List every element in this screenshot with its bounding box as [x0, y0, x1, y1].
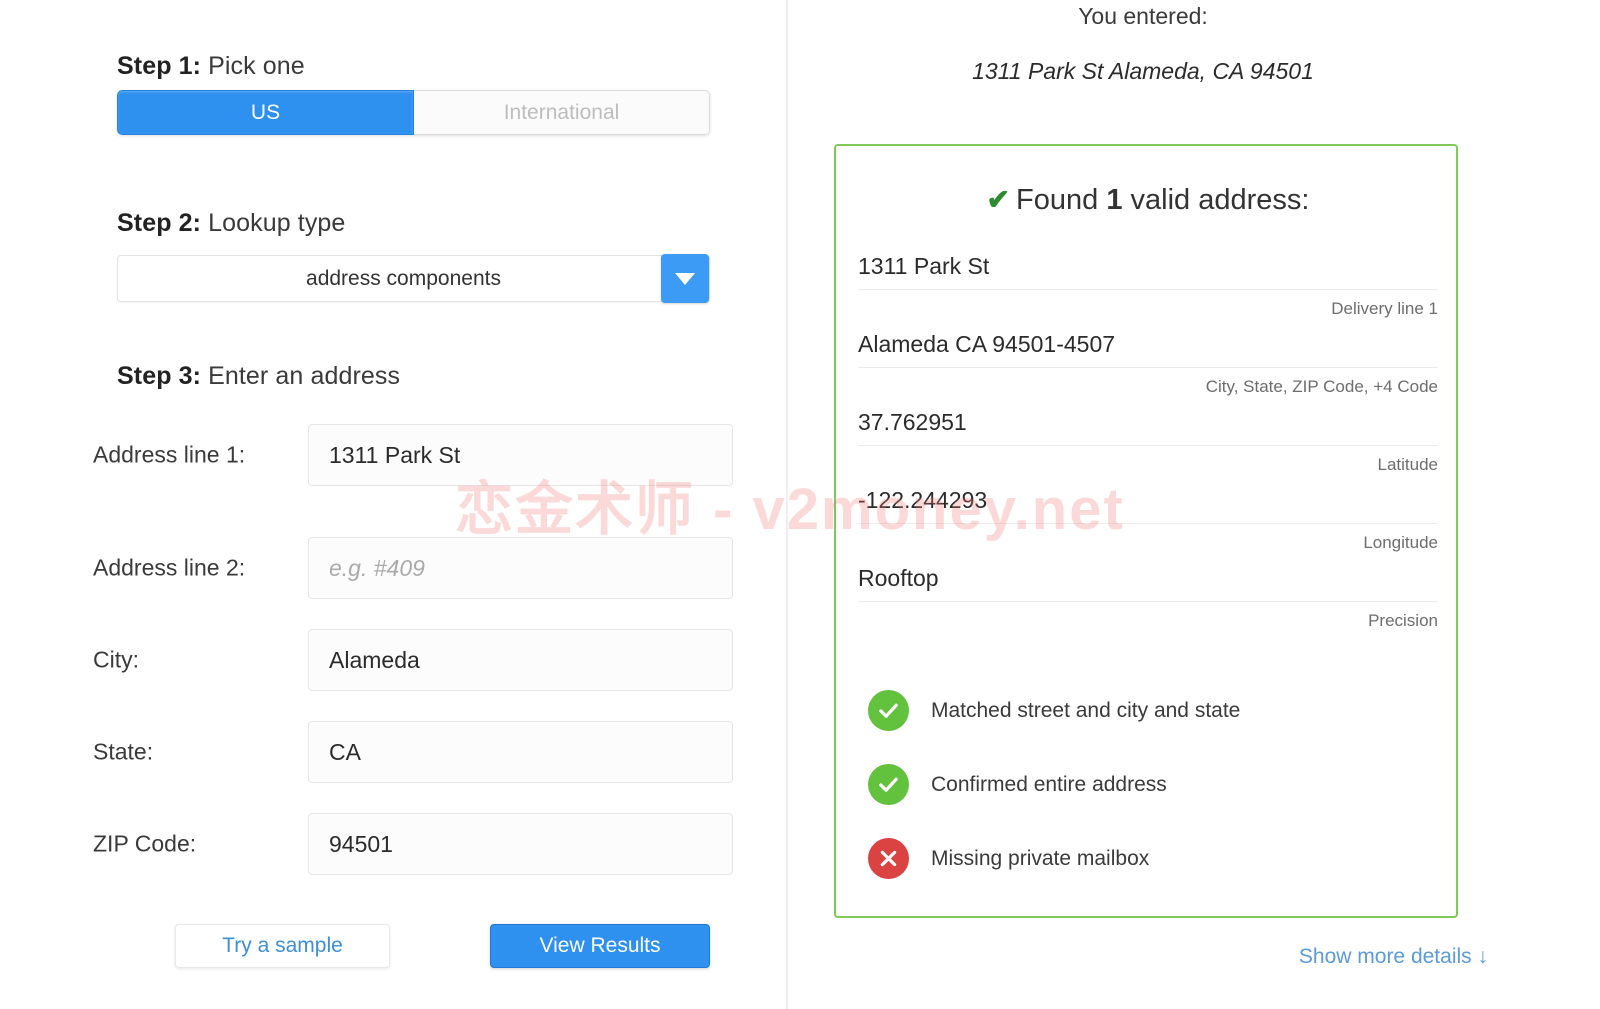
lookup-type-select[interactable]: address components — [117, 254, 710, 303]
result-value-longitude: -122.244293 — [858, 487, 1438, 524]
result-value-delivery-line-1: 1311 Park St — [858, 253, 1438, 290]
input-address-line-1[interactable]: 1311 Park St — [308, 424, 733, 486]
step1-number: Step 1: — [117, 52, 202, 80]
address-validator-page: Step 1: Pick one US International Step 2… — [0, 0, 1600, 1009]
step3-number: Step 3: — [117, 362, 202, 390]
form-row-address-line-2: Address line 2: e.g. #409 — [0, 537, 786, 599]
label-address-line-1: Address line 1: — [93, 441, 246, 468]
step2-heading: Step 2: Lookup type — [117, 209, 345, 238]
badge-matched-street-city-state: Matched street and city and state — [868, 690, 1240, 731]
badge-text-missing-mailbox: Missing private mailbox — [931, 846, 1150, 870]
result-label-delivery-line-1: Delivery line 1 — [1331, 299, 1438, 318]
step3-text: Enter an address — [201, 362, 401, 390]
form-row-address-line-1: Address line 1: 1311 Park St — [0, 424, 786, 486]
form-row-state: State: CA — [0, 721, 786, 783]
check-circle-icon — [868, 690, 909, 731]
step2-number: Step 2: — [117, 209, 202, 237]
valid-address-result-box: ✔ Found 1 valid address: 1311 Park St Del… — [834, 144, 1458, 918]
found-address-heading: ✔ Found 1 valid address: — [836, 183, 1460, 217]
result-label-city-state-zip: City, State, ZIP Code, +4 Code — [1205, 377, 1438, 396]
form-row-zip-code: ZIP Code: 94501 — [0, 813, 786, 875]
toggle-international[interactable]: International — [414, 90, 710, 135]
results-panel: You entered: 1311 Park St Alameda, CA 94… — [788, 0, 1600, 1009]
toggle-us[interactable]: US — [117, 90, 414, 135]
label-zip-code: ZIP Code: — [93, 830, 197, 857]
lookup-type-value: address components — [306, 266, 501, 290]
form-row-city: City: Alameda — [0, 629, 786, 691]
found-prefix: Found — [1016, 184, 1107, 216]
badge-missing-private-mailbox: Missing private mailbox — [868, 838, 1149, 879]
check-circle-icon — [868, 764, 909, 805]
label-address-line-2: Address line 2: — [93, 554, 246, 581]
input-city[interactable]: Alameda — [308, 629, 733, 691]
result-row-precision: Rooftop Precision — [858, 565, 1438, 631]
badge-text-confirmed: Confirmed entire address — [931, 772, 1167, 796]
view-results-button[interactable]: View Results — [490, 924, 710, 968]
step2-text: Lookup type — [201, 209, 346, 237]
badge-confirmed-entire-address: Confirmed entire address — [868, 764, 1167, 805]
you-entered-label: You entered: — [1078, 3, 1208, 29]
result-row-latitude: 37.762951 Latitude — [858, 409, 1438, 475]
input-address-line-2[interactable]: e.g. #409 — [308, 537, 733, 599]
result-row-delivery-line-1: 1311 Park St Delivery line 1 — [858, 253, 1438, 319]
show-more-details-link[interactable]: Show more details ↓ — [788, 945, 1488, 969]
result-value-city-state-zip: Alameda CA 94501-4507 — [858, 331, 1438, 368]
country-toggle-group[interactable]: US International — [117, 90, 710, 135]
result-label-longitude: Longitude — [1363, 533, 1438, 552]
step1-heading: Step 1: Pick one — [117, 52, 305, 81]
x-circle-icon — [868, 838, 909, 879]
badge-text-matched: Matched street and city and state — [931, 698, 1241, 722]
label-city: City: — [93, 646, 139, 673]
found-count: 1 — [1106, 184, 1123, 216]
input-zip-code[interactable]: 94501 — [308, 813, 733, 875]
result-value-latitude: 37.762951 — [858, 409, 1438, 446]
label-state: State: — [93, 738, 154, 765]
result-label-precision: Precision — [1368, 611, 1438, 630]
you-entered-value: 1311 Park St Alameda, CA 94501 — [972, 58, 1314, 84]
try-a-sample-button[interactable]: Try a sample — [175, 924, 390, 968]
result-label-latitude: Latitude — [1377, 455, 1439, 474]
step3-heading: Step 3: Enter an address — [117, 362, 400, 391]
result-row-longitude: -122.244293 Longitude — [858, 487, 1438, 553]
result-value-precision: Rooftop — [858, 565, 1438, 602]
chevron-down-icon[interactable] — [661, 254, 709, 303]
lookup-form-panel: Step 1: Pick one US International Step 2… — [0, 0, 786, 1009]
result-row-city-state-zip: Alameda CA 94501-4507 City, State, ZIP C… — [858, 331, 1438, 397]
step1-text: Pick one — [201, 52, 305, 80]
found-suffix: valid address: — [1122, 184, 1310, 216]
input-state[interactable]: CA — [308, 721, 733, 783]
check-icon: ✔ — [986, 184, 1011, 215]
